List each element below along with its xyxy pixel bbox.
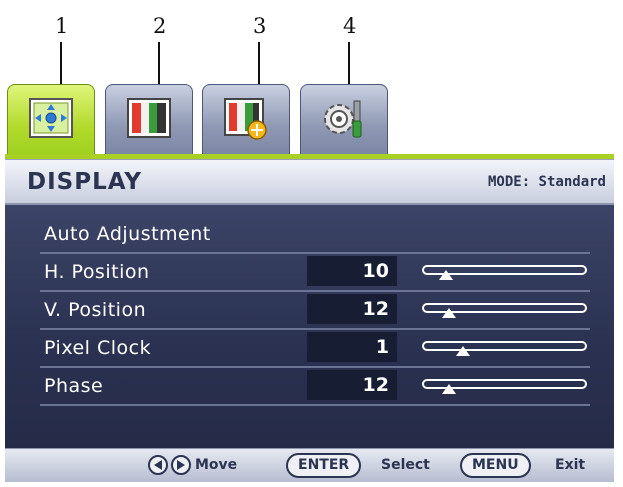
display-icon <box>29 98 73 138</box>
callout-number-4: 4 <box>343 14 357 38</box>
menu-item-h-position[interactable]: H. Position 10 <box>40 254 590 292</box>
menu-body: Auto Adjustment H. Position 10 V. Positi… <box>5 205 614 448</box>
menu-item-label: V. Position <box>44 299 147 321</box>
picture-advanced-icon <box>224 98 267 140</box>
callout-number-2: 2 <box>153 14 167 38</box>
menu-item-label: Pixel Clock <box>44 337 152 359</box>
tab-picture-advanced[interactable] <box>202 84 290 154</box>
menu-item-label: Auto Adjustment <box>44 223 211 245</box>
value-text: 12 <box>362 298 389 320</box>
exit-label: Exit <box>555 457 586 473</box>
h-position-slider[interactable] <box>422 265 587 280</box>
callout-line-1 <box>60 42 62 88</box>
value-box: 12 <box>307 370 397 400</box>
menu-footer: Move ENTER Select MENU Exit <box>5 448 614 482</box>
slider-thumb[interactable] <box>441 384 456 394</box>
tab-picture[interactable] <box>105 84 193 154</box>
enter-button[interactable]: ENTER <box>286 453 362 478</box>
left-arrow-icon <box>154 460 162 470</box>
v-position-slider[interactable] <box>422 303 587 318</box>
callout-number-1: 1 <box>55 14 69 38</box>
value-box: 1 <box>307 332 397 362</box>
tab-system[interactable] <box>300 84 388 154</box>
mode-label: MODE: Standard <box>487 174 606 190</box>
menu-item-pixel-clock[interactable]: Pixel Clock 1 <box>40 330 590 368</box>
phase-slider[interactable] <box>422 379 587 394</box>
value-text: 12 <box>362 374 389 396</box>
slider-thumb[interactable] <box>456 346 471 356</box>
menu-item-auto-adjustment[interactable]: Auto Adjustment <box>40 216 590 254</box>
callout-line-3 <box>258 42 260 88</box>
move-label: Move <box>195 457 238 473</box>
system-settings-icon <box>324 100 362 138</box>
left-arrow-button[interactable] <box>148 455 168 475</box>
menu-header: DISPLAY MODE: Standard <box>5 159 614 205</box>
menu-button[interactable]: MENU <box>460 453 531 478</box>
picture-icon <box>127 98 171 138</box>
tab-display[interactable] <box>7 84 95 156</box>
value-text: 1 <box>375 336 389 358</box>
callout-line-2 <box>158 42 160 88</box>
right-arrow-button[interactable] <box>171 455 191 475</box>
page-title: DISPLAY <box>27 169 142 195</box>
menu-item-phase[interactable]: Phase 12 <box>40 368 590 406</box>
menu-item-label: Phase <box>44 375 104 397</box>
callout-number-3: 3 <box>253 14 267 38</box>
slider-thumb[interactable] <box>441 308 456 318</box>
value-text: 10 <box>362 260 389 282</box>
pixel-clock-slider[interactable] <box>422 341 587 356</box>
value-box: 10 <box>307 256 397 286</box>
callout-line-4 <box>348 42 350 88</box>
slider-thumb[interactable] <box>438 270 453 280</box>
menu-item-label: H. Position <box>44 261 150 283</box>
right-arrow-icon <box>177 460 185 470</box>
menu-item-v-position[interactable]: V. Position 12 <box>40 292 590 330</box>
select-label: Select <box>381 457 430 473</box>
value-box: 12 <box>307 294 397 324</box>
